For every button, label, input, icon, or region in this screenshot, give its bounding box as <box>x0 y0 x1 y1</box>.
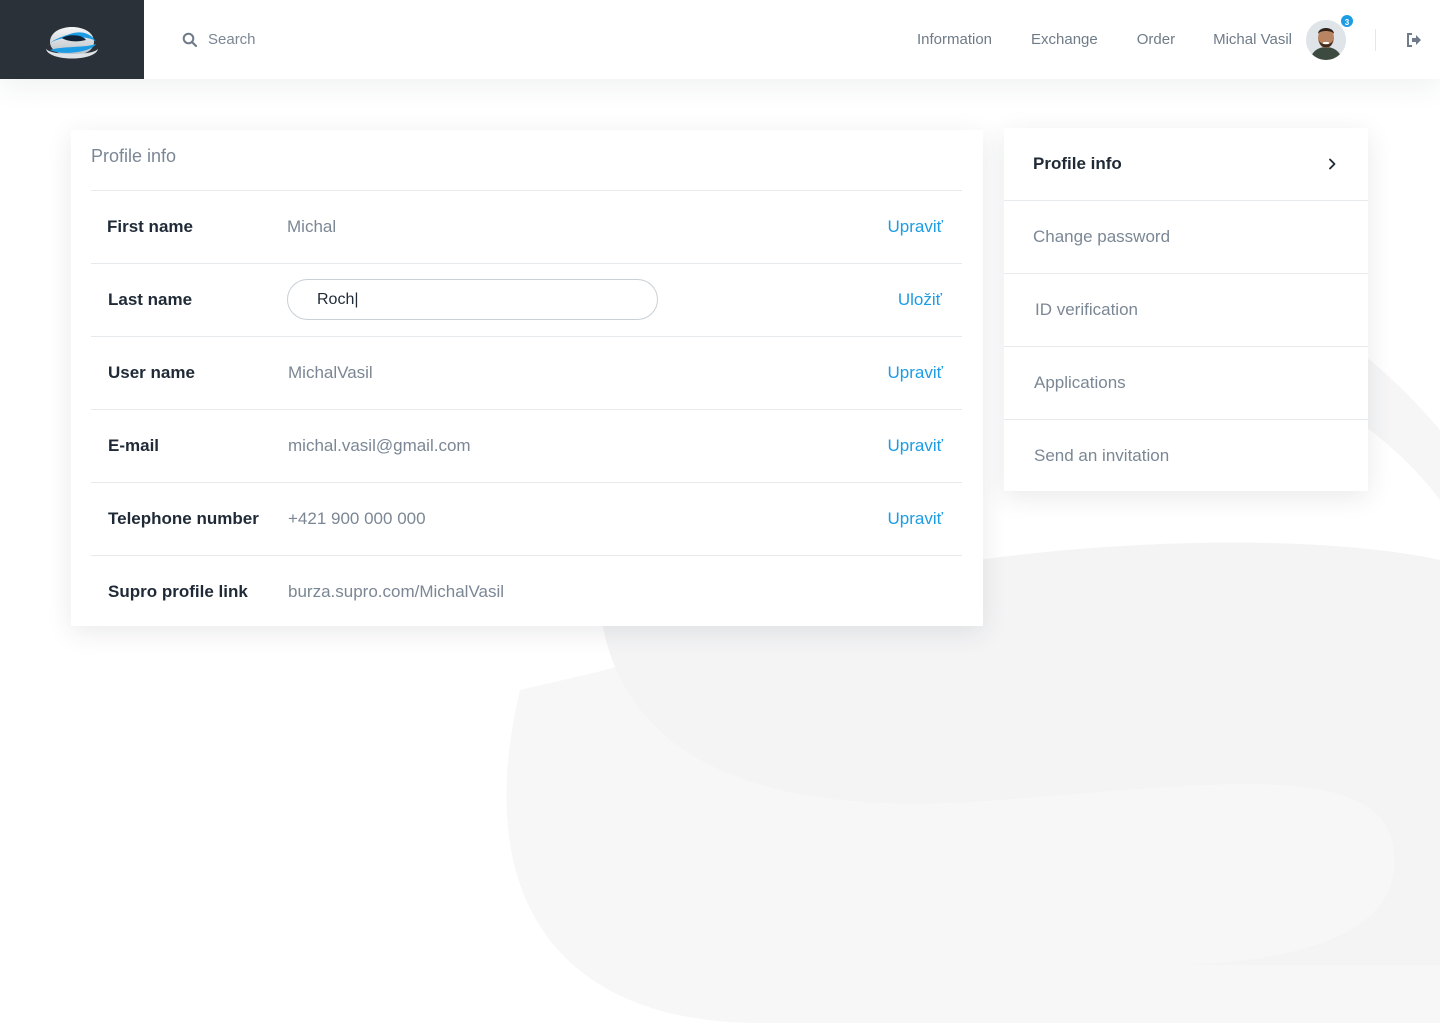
profile-fields: First name Michal Upraviť Last name Ulož… <box>91 190 962 628</box>
field-label: E-mail <box>108 436 160 455</box>
side-item-profile-info[interactable]: Profile info <box>1004 128 1368 200</box>
user-name[interactable]: Michal Vasil <box>1213 31 1292 48</box>
chevron-right-icon <box>1329 158 1336 170</box>
search-input[interactable] <box>208 31 408 48</box>
search-icon <box>182 32 198 47</box>
field-value: MichalVasil <box>288 363 373 382</box>
row-last-name: Last name Uložiť <box>91 263 962 336</box>
last-name-input[interactable] <box>287 279 658 320</box>
edit-first-name-link[interactable]: Upraviť <box>888 217 944 237</box>
side-item-label: Profile info <box>1033 154 1122 173</box>
top-header: Information Exchange Order Michal Vasil … <box>0 0 1440 79</box>
side-item-label: Send an invitation <box>1034 446 1170 465</box>
card-title: Profile info <box>91 146 177 166</box>
field-label: First name <box>107 217 193 236</box>
settings-side-menu: Profile info Change password ID verifica… <box>1004 128 1368 491</box>
search-bar <box>182 0 408 79</box>
side-item-change-password[interactable]: Change password <box>1004 200 1368 273</box>
side-item-id-verification[interactable]: ID verification <box>1004 273 1368 346</box>
edit-user-name-link[interactable]: Upraviť <box>888 363 944 383</box>
nav-information[interactable]: Information <box>917 31 992 48</box>
side-item-applications[interactable]: Applications <box>1004 346 1368 419</box>
field-value: +421 900 000 000 <box>288 509 426 528</box>
save-last-name-link[interactable]: Uložiť <box>898 290 942 310</box>
nav-divider <box>1375 28 1376 51</box>
field-label: User name <box>108 363 195 382</box>
side-item-label: ID verification <box>1035 300 1138 319</box>
avatar-container[interactable]: 3 <box>1306 12 1355 60</box>
logout-icon[interactable] <box>1406 32 1422 48</box>
notification-badge[interactable]: 3 <box>1339 12 1355 29</box>
row-first-name: First name Michal Upraviť <box>91 190 962 263</box>
side-item-send-invitation[interactable]: Send an invitation <box>1004 419 1368 492</box>
row-profile-link: Supro profile link burza.supro.com/Micha… <box>91 555 962 628</box>
logo[interactable] <box>0 0 144 79</box>
side-item-label: Change password <box>1033 227 1171 246</box>
supro-logo-icon <box>46 26 98 58</box>
profile-info-card: Profile info First name Michal Upraviť L… <box>71 130 983 626</box>
nav-order[interactable]: Order <box>1137 31 1175 48</box>
side-item-label: Applications <box>1034 373 1126 392</box>
field-label: Supro profile link <box>108 582 248 601</box>
field-value: michal.vasil@gmail.com <box>288 436 471 455</box>
top-nav: Information Exchange Order Michal Vasil … <box>917 0 1440 79</box>
row-telephone: Telephone number +421 900 000 000 Upravi… <box>91 482 962 555</box>
field-value: Michal <box>287 217 337 236</box>
edit-email-link[interactable]: Upraviť <box>888 436 944 456</box>
edit-telephone-link[interactable]: Upraviť <box>888 509 944 529</box>
profile-link-value[interactable]: burza.supro.com/MichalVasil <box>288 582 504 602</box>
row-user-name: User name MichalVasil Upraviť <box>91 336 962 409</box>
field-label: Last name <box>108 290 193 309</box>
field-label: Telephone number <box>108 509 259 528</box>
row-email: E-mail michal.vasil@gmail.com Upraviť <box>91 409 962 482</box>
nav-exchange[interactable]: Exchange <box>1031 31 1098 48</box>
